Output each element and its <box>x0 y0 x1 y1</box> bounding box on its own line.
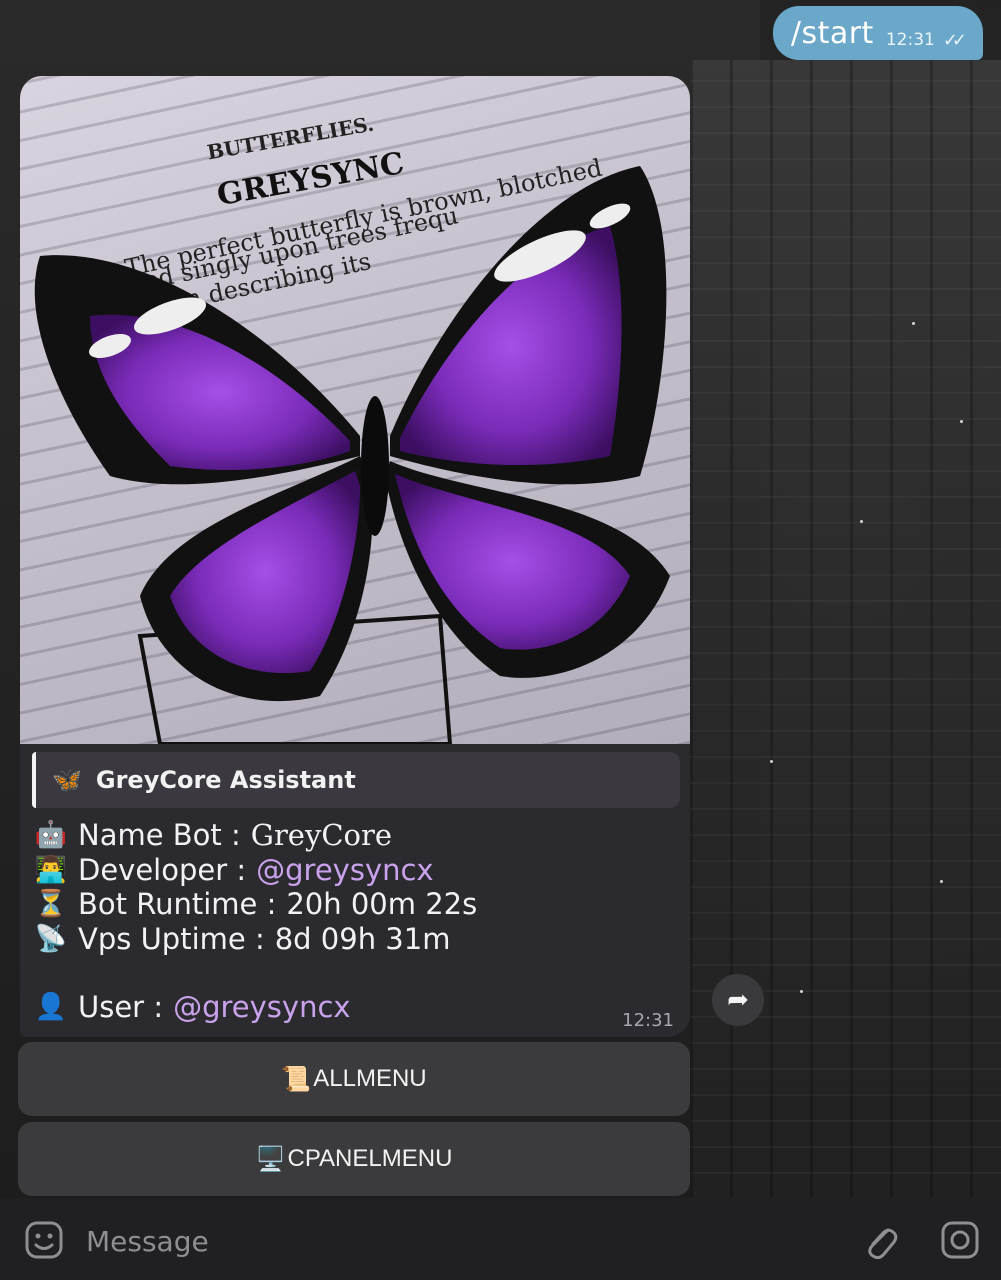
background-star <box>860 520 863 523</box>
quote-block: 🦋 GreyCore Assistant <box>32 752 680 808</box>
double-check-icon: ✓✓ <box>942 29 967 51</box>
developer-icon: 👨‍💻 <box>34 854 68 885</box>
butterfly-icon: 🦋 <box>52 766 82 794</box>
background-star <box>960 420 963 423</box>
background-star <box>912 322 915 325</box>
inline-button-allmenu[interactable]: 📜 ALLMENU <box>18 1042 690 1116</box>
info-label: Bot Runtime : <box>78 887 277 921</box>
message-input[interactable] <box>84 1218 828 1264</box>
quote-title: GreyCore Assistant <box>95 766 356 794</box>
message-composer <box>0 1198 1001 1280</box>
outgoing-message-time: 12:31 <box>885 30 935 50</box>
outgoing-message-meta: 12:31 ✓✓ <box>885 29 967 51</box>
butterfly-illustration <box>34 166 670 744</box>
scroll-icon: 📜 <box>281 1065 312 1093</box>
background-star <box>770 760 773 763</box>
inline-button-label: CPANELMENU <box>287 1145 453 1172</box>
info-label: Vps Uptime : <box>78 921 265 956</box>
camera-icon[interactable] <box>940 1220 980 1260</box>
emoji-icon[interactable] <box>24 1220 64 1260</box>
inline-button-label: ALLMENU <box>313 1065 427 1092</box>
background-tower <box>690 60 1001 1200</box>
user-icon: 👤 <box>34 992 68 1022</box>
info-value: 20h 00m 22s <box>286 887 478 921</box>
outgoing-message[interactable]: /start 12:31 ✓✓ <box>772 6 983 60</box>
hourglass-icon: ⏳ <box>34 889 68 919</box>
info-value: GreyCore <box>250 818 393 852</box>
outgoing-message-text: /start <box>790 15 874 51</box>
info-row-uptime: 📡 Vps Uptime : 8d 09h 31m <box>34 922 676 957</box>
incoming-message-time: 12:31 <box>622 1009 674 1031</box>
bot-info: 🤖 Name Bot : GreyCore 👨‍💻 Developer : @g… <box>20 808 690 1037</box>
message-photo[interactable]: BUTTERFLIES. GREYSYNC The perfect butter… <box>20 76 690 744</box>
info-label: Developer : <box>78 852 247 887</box>
info-row-runtime: ⏳ Bot Runtime : 20h 00m 22s <box>34 887 676 922</box>
inline-button-cpanelmenu[interactable]: 🖥️ CPANELMENU <box>18 1122 690 1196</box>
info-row-developer: 👨‍💻 Developer : @greysyncx <box>34 853 676 888</box>
share-button[interactable]: ➦ <box>712 974 764 1026</box>
share-arrow-icon: ➦ <box>727 985 749 1015</box>
background-star <box>800 990 803 993</box>
user-link[interactable]: @greysyncx <box>173 990 350 1025</box>
info-label: Name Bot : <box>78 818 241 852</box>
satellite-icon: 📡 <box>34 923 68 954</box>
developer-link[interactable]: @greysyncx <box>256 853 433 888</box>
info-value: 8d 09h 31m <box>274 921 451 956</box>
info-row-user: 👤 User : @greysyncx <box>34 990 676 1025</box>
background-star <box>940 880 943 883</box>
desktop-computer-icon: 🖥️ <box>255 1145 286 1173</box>
info-row-name: 🤖 Name Bot : GreyCore <box>34 818 676 853</box>
incoming-message[interactable]: BUTTERFLIES. GREYSYNC The perfect butter… <box>20 76 690 1037</box>
attach-icon[interactable] <box>860 1218 900 1262</box>
info-label: User : <box>78 990 164 1024</box>
robot-icon: 🤖 <box>34 820 68 850</box>
